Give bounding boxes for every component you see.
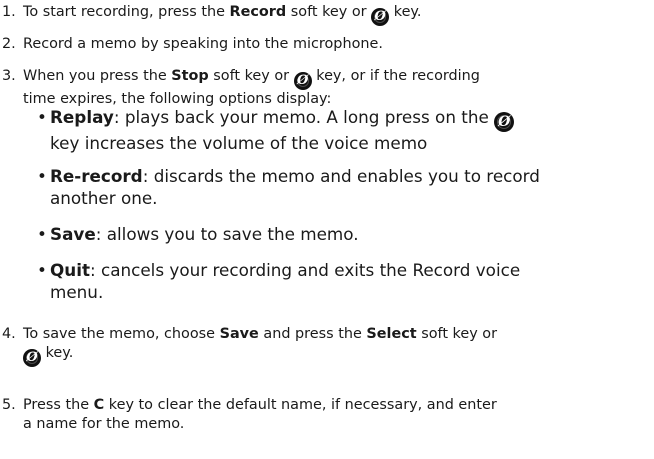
step-number: 3. (2, 68, 16, 84)
step-text: To start recording, press the Record sof… (23, 4, 422, 26)
stop-softkey-label: Stop (171, 68, 209, 84)
step-text: To save the memo, choose Save and press … (23, 326, 498, 367)
step-number: 4. (2, 326, 16, 342)
bullet-icon: • (37, 166, 47, 186)
bullet-icon: • (37, 260, 47, 280)
bullet-icon: • (37, 224, 47, 244)
step-text: Press the C key to clear the default nam… (23, 397, 497, 432)
power-key-icon: Ø (23, 349, 41, 367)
step-number: 5. (2, 397, 16, 413)
power-key-icon: Ø (494, 112, 515, 132)
option-term: Replay (50, 107, 114, 127)
power-key-icon: Ø (371, 8, 390, 26)
record-softkey-label: Record (229, 4, 287, 20)
option-term: Quit (50, 260, 90, 280)
step-text: When you press the Stop soft key or Ø ke… (23, 68, 480, 107)
step-text: Record a memo by speaking into the micro… (23, 36, 383, 52)
c-key-label: C (93, 397, 105, 413)
step-number: 1. (2, 4, 16, 20)
save-option-label: Save (219, 326, 259, 342)
option-term: Save (50, 224, 96, 244)
step-number: 2. (2, 36, 16, 52)
instruction-document: 1. To start recording, press the Record … (0, 0, 654, 459)
option-term: Re-record (50, 166, 143, 186)
power-key-icon: Ø (293, 72, 312, 90)
bullet-icon: • (37, 107, 47, 127)
select-softkey-label: Select (366, 326, 417, 342)
